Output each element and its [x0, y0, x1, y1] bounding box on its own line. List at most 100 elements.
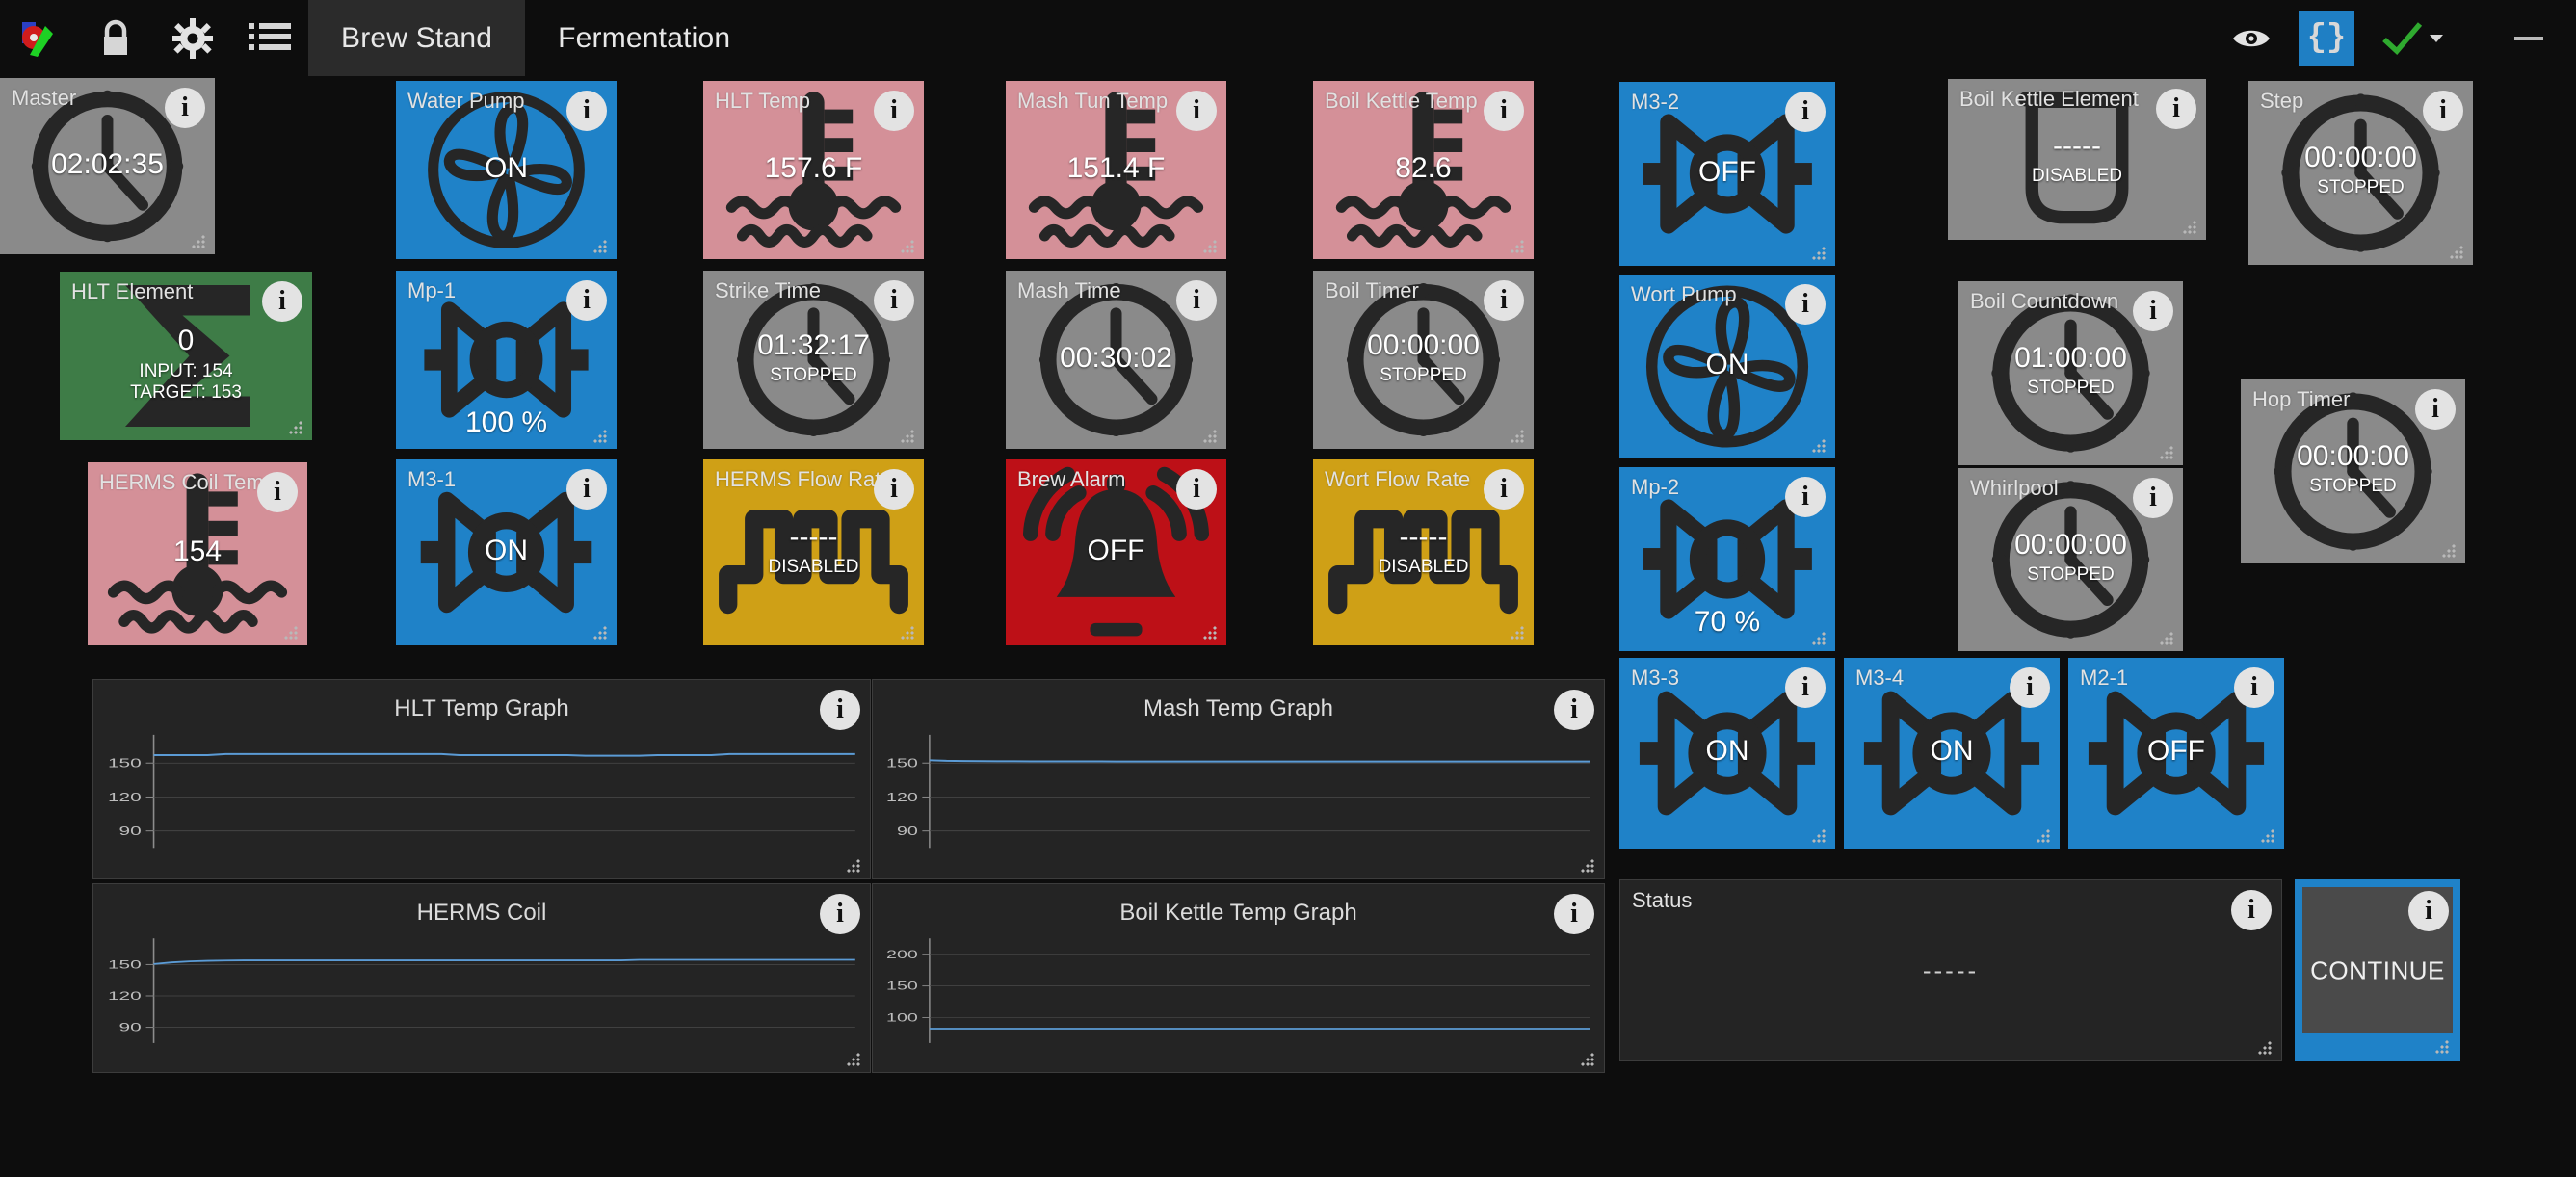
chart-boil-kettle-temp-graph[interactable]: Boil Kettle Temp Graph i 200 150 100 — [872, 883, 1605, 1073]
info-icon[interactable]: i — [1785, 667, 1826, 708]
info-icon[interactable]: i — [874, 280, 914, 321]
chart-mash-temp-graph[interactable]: Mash Temp Graph i 150 120 90 — [872, 679, 1605, 879]
resize-grip[interactable] — [2037, 829, 2052, 843]
widget-boil-kettle-temp[interactable]: Boil Kettle Temp i 82.6 — [1313, 81, 1534, 259]
resize-grip[interactable] — [2160, 446, 2175, 459]
widget-hlt-element[interactable]: HLT Element i 0 INPUT: 154 TARGET: 153 — [60, 272, 312, 440]
info-icon[interactable]: i — [874, 91, 914, 131]
info-icon[interactable]: i — [566, 91, 607, 131]
resize-grip[interactable] — [1511, 626, 1526, 640]
info-icon[interactable]: i — [1554, 894, 1594, 934]
info-icon[interactable]: i — [2010, 667, 2050, 708]
info-icon[interactable]: i — [2133, 478, 2173, 518]
resize-grip[interactable] — [1203, 430, 1219, 443]
tab-fermentation[interactable]: Fermentation — [525, 0, 763, 76]
widget-master[interactable]: Master i 02:02:35 — [0, 78, 215, 254]
resize-grip[interactable] — [2435, 1040, 2451, 1054]
info-icon[interactable]: i — [257, 472, 298, 512]
status-panel[interactable]: Status i ----- — [1619, 879, 2282, 1061]
widget-m3-1[interactable]: M3-1 i ON — [396, 459, 617, 645]
resize-grip[interactable] — [1812, 829, 1827, 843]
continue-button[interactable]: i CONTINUE — [2295, 879, 2460, 1061]
widget-strike-time[interactable]: Strike Time i 01:32:17 STOPPED — [703, 271, 924, 449]
info-icon[interactable]: i — [1176, 469, 1217, 510]
resize-grip[interactable] — [847, 1053, 862, 1066]
info-icon[interactable]: i — [1176, 280, 1217, 321]
widget-m3-2[interactable]: M3-2 i OFF — [1619, 82, 1835, 266]
widget-wort-pump[interactable]: Wort Pump i ON — [1619, 275, 1835, 458]
info-icon[interactable]: i — [2133, 291, 2173, 331]
widget-step[interactable]: Step i 00:00:00 STOPPED — [2248, 81, 2473, 265]
resize-grip[interactable] — [289, 421, 304, 434]
info-icon[interactable]: i — [2423, 91, 2463, 131]
checkmark-icon[interactable] — [2368, 0, 2457, 76]
widget-m2-1[interactable]: M2-1 i OFF — [2068, 658, 2284, 849]
widget-boil-countdown[interactable]: Boil Countdown i 01:00:00 STOPPED — [1958, 281, 2183, 465]
widget-boil-kettle-element[interactable]: Boil Kettle Element i ----- DISABLED — [1948, 79, 2206, 240]
resize-grip[interactable] — [192, 235, 207, 248]
resize-grip[interactable] — [1812, 247, 1827, 260]
widget-mash-tun-temp[interactable]: Mash Tun Temp i 151.4 F — [1006, 81, 1226, 259]
resize-grip[interactable] — [1812, 632, 1827, 645]
widget-hop-timer[interactable]: Hop Timer i 00:00:00 STOPPED — [2241, 379, 2465, 563]
gear-icon[interactable] — [154, 0, 231, 76]
resize-grip[interactable] — [1203, 240, 1219, 253]
info-icon[interactable]: i — [262, 281, 302, 322]
resize-grip[interactable] — [1581, 859, 1596, 873]
resize-grip[interactable] — [1511, 240, 1526, 253]
resize-grip[interactable] — [2450, 246, 2465, 259]
resize-grip[interactable] — [2261, 829, 2276, 843]
resize-grip[interactable] — [2183, 221, 2198, 234]
lock-icon[interactable] — [77, 0, 154, 76]
info-icon[interactable]: i — [874, 469, 914, 510]
widget-mp-2[interactable]: Mp-2 i 70 % — [1619, 467, 1835, 651]
info-icon[interactable]: i — [2234, 667, 2274, 708]
widget-wort-flow-rate[interactable]: Wort Flow Rate i ----- DISABLED — [1313, 459, 1534, 645]
info-icon[interactable]: i — [1785, 284, 1826, 325]
json-braces-icon[interactable]: {} — [2285, 0, 2368, 76]
info-icon[interactable]: i — [2156, 89, 2196, 129]
info-icon[interactable]: i — [820, 894, 860, 934]
info-icon[interactable]: i — [1176, 91, 1217, 131]
info-icon[interactable]: i — [1554, 690, 1594, 730]
widget-herms-coil-temp[interactable]: HERMS Coil Temp i 154 — [88, 462, 307, 645]
info-icon[interactable]: i — [1484, 280, 1524, 321]
app-logo-icon[interactable] — [0, 0, 77, 76]
resize-grip[interactable] — [2258, 1041, 2274, 1055]
resize-grip[interactable] — [901, 240, 916, 253]
info-icon[interactable]: i — [1785, 477, 1826, 517]
widget-hlt-temp[interactable]: HLT Temp i 157.6 F — [703, 81, 924, 259]
widget-water-pump[interactable]: Water Pump i ON — [396, 81, 617, 259]
widget-brew-alarm[interactable]: Brew Alarm i OFF — [1006, 459, 1226, 645]
resize-grip[interactable] — [901, 430, 916, 443]
info-icon[interactable]: i — [566, 280, 607, 321]
widget-boil-timer[interactable]: Boil Timer i 00:00:00 STOPPED — [1313, 271, 1534, 449]
info-icon[interactable]: i — [1785, 92, 1826, 132]
widget-mp-1[interactable]: Mp-1 i 100 % — [396, 271, 617, 449]
chart-herms-coil-graph[interactable]: HERMS Coil i 150 120 90 — [92, 883, 871, 1073]
widget-m3-3[interactable]: M3-3 i ON — [1619, 658, 1835, 849]
widget-mash-time[interactable]: Mash Time i 00:30:02 — [1006, 271, 1226, 449]
resize-grip[interactable] — [593, 430, 609, 443]
info-icon[interactable]: i — [2415, 389, 2456, 430]
resize-grip[interactable] — [2442, 544, 2458, 558]
info-icon[interactable]: i — [2408, 891, 2449, 931]
resize-grip[interactable] — [901, 626, 916, 640]
minimize-button[interactable] — [2457, 0, 2557, 76]
info-icon[interactable]: i — [2231, 890, 2272, 930]
list-icon[interactable] — [231, 0, 308, 76]
info-icon[interactable]: i — [1484, 91, 1524, 131]
eye-icon[interactable] — [2218, 0, 2285, 76]
info-icon[interactable]: i — [820, 690, 860, 730]
resize-grip[interactable] — [1203, 626, 1219, 640]
resize-grip[interactable] — [593, 626, 609, 640]
chart-hlt-temp-graph[interactable]: HLT Temp Graph i 150 120 90 — [92, 679, 871, 879]
resize-grip[interactable] — [1511, 430, 1526, 443]
tab-brew-stand[interactable]: Brew Stand — [308, 0, 526, 76]
widget-herms-flow-rate[interactable]: HERMS Flow Rate i ----- DISABLED — [703, 459, 924, 645]
chevron-down-icon[interactable] — [2430, 34, 2443, 42]
widget-m3-4[interactable]: M3-4 i ON — [1844, 658, 2060, 849]
resize-grip[interactable] — [284, 626, 300, 640]
info-icon[interactable]: i — [1484, 469, 1524, 510]
info-icon[interactable]: i — [165, 88, 205, 128]
